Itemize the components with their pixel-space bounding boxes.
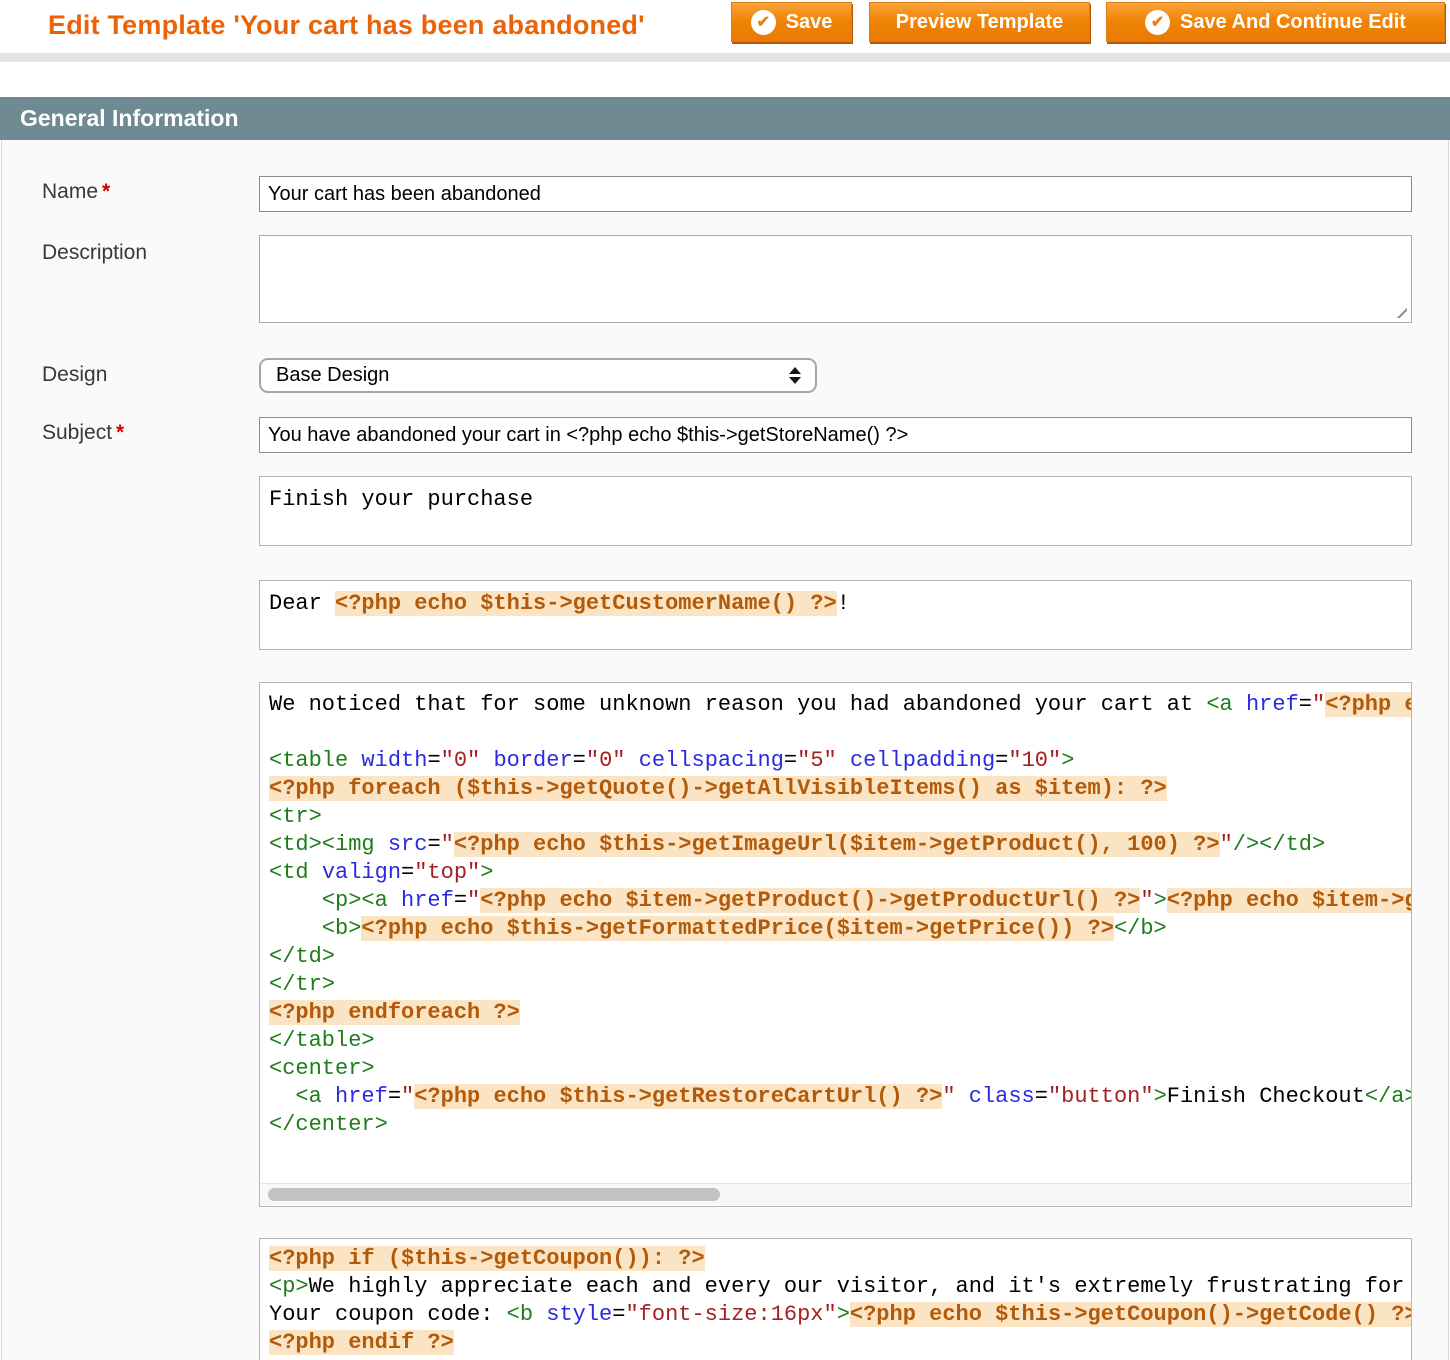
page-title: Edit Template 'Your cart has been abando… [48, 10, 645, 41]
template-content-editor[interactable]: We noticed that for some unknown reason … [259, 682, 1412, 1207]
save-button[interactable]: ✔ Save [731, 2, 852, 42]
design-label: Design [42, 363, 107, 387]
design-select-value: Base Design [276, 364, 389, 387]
subject-label: Subject* [42, 421, 124, 445]
description-textarea[interactable] [259, 235, 1412, 323]
design-select[interactable]: Base Design [259, 358, 817, 393]
template-content-code: We noticed that for some unknown reason … [260, 683, 1411, 1139]
edit-template-page: Edit Template 'Your cart has been abando… [0, 0, 1450, 1360]
greeting-editor[interactable]: Dear <?php echo $this->getCustomerName()… [259, 580, 1412, 650]
name-label-text: Name [42, 180, 98, 203]
scrollbar-thumb[interactable] [268, 1188, 720, 1201]
check-icon: ✔ [751, 10, 776, 35]
design-label-text: Design [42, 363, 107, 386]
preheader-editor[interactable]: Finish your purchase [259, 476, 1412, 546]
section-title: General Information [20, 105, 239, 131]
required-asterisk: * [102, 180, 110, 203]
subject-input[interactable] [259, 417, 1412, 453]
header-divider [0, 53, 1450, 62]
updown-arrows-icon [789, 367, 801, 384]
subject-label-text: Subject [42, 421, 112, 444]
preview-template-button-label: Preview Template [896, 11, 1063, 34]
coupon-block-code: <?php if ($this->getCoupon()): ?><p>We h… [260, 1239, 1411, 1357]
horizontal-scrollbar[interactable] [261, 1183, 1410, 1205]
save-and-continue-edit-label: Save And Continue Edit [1180, 11, 1406, 34]
preheader-code: Finish your purchase [260, 477, 1411, 514]
coupon-block-editor[interactable]: <?php if ($this->getCoupon()): ?><p>We h… [259, 1238, 1412, 1360]
name-input[interactable] [259, 176, 1412, 212]
save-and-continue-edit-button[interactable]: ✔ Save And Continue Edit [1106, 2, 1445, 42]
required-asterisk: * [116, 421, 124, 444]
description-label: Description [42, 241, 147, 265]
check-icon: ✔ [1145, 10, 1170, 35]
general-information-section-header: General Information [0, 97, 1450, 140]
save-button-label: Save [786, 11, 833, 34]
preview-template-button[interactable]: Preview Template [869, 2, 1090, 42]
greeting-code: Dear <?php echo $this->getCustomerName()… [260, 581, 1411, 618]
description-label-text: Description [42, 241, 147, 264]
name-label: Name* [42, 180, 110, 204]
